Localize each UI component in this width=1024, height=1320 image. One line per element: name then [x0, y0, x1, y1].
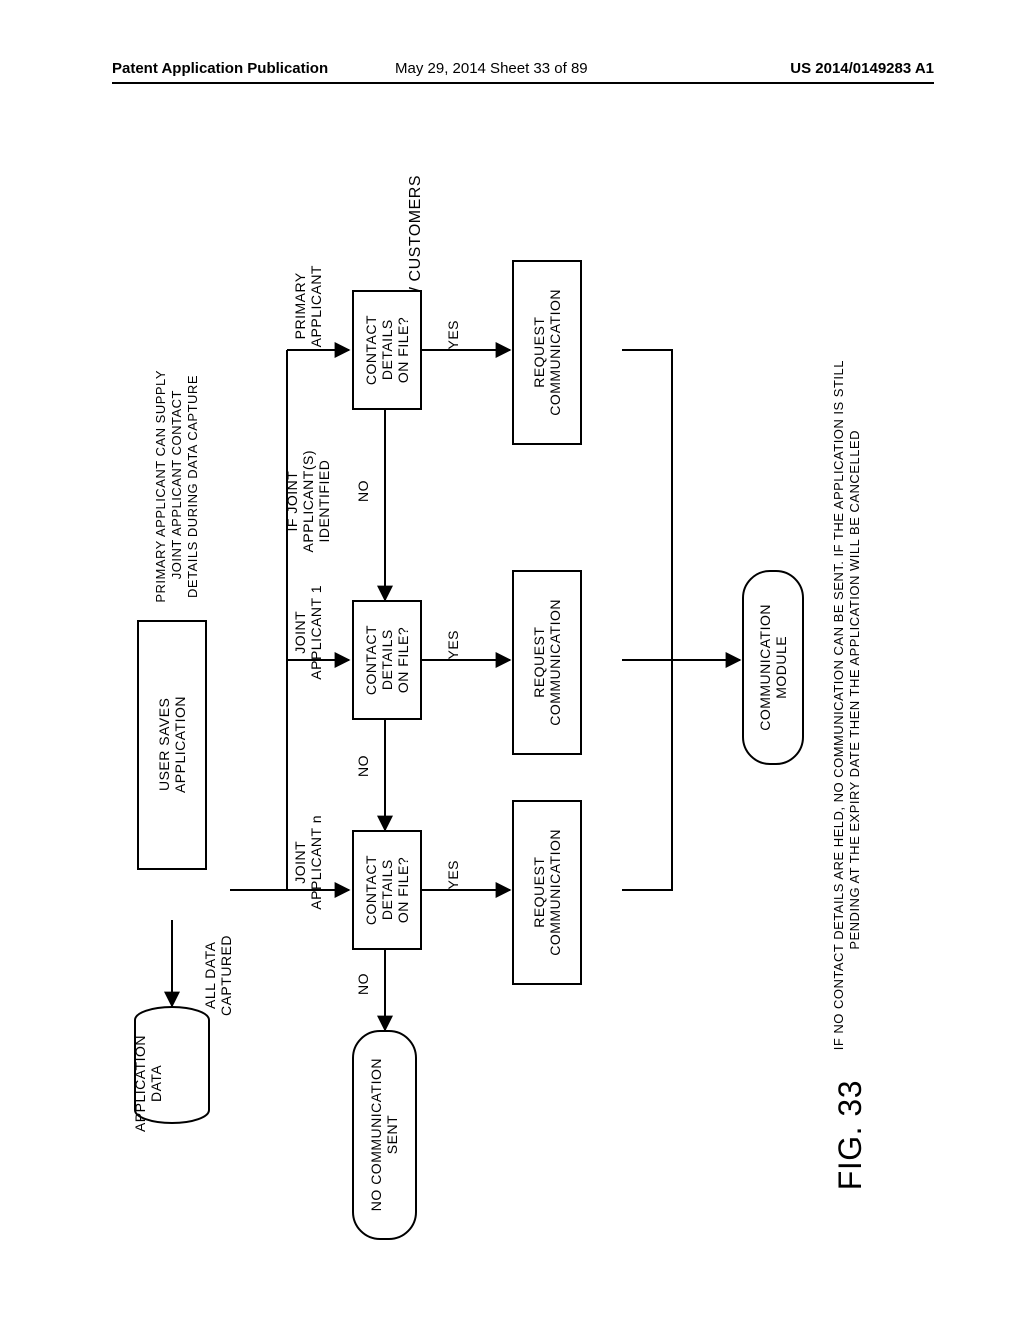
label-if-joint: IF JOINT APPLICANT(S) IDENTIFIED [284, 450, 332, 552]
label-primary-applicant: PRIMARY APPLICANT [292, 265, 324, 347]
box-request-3: REQUEST COMMUNICATION [512, 800, 582, 985]
text-contact-1: CONTACT DETAILS ON FILE? [363, 315, 411, 385]
header-date: May 29, 2014 Sheet 33 of 89 [395, 60, 588, 77]
box-contact-1: CONTACT DETAILS ON FILE? [352, 290, 422, 410]
header-pub: Patent Application Publication [112, 60, 328, 77]
label-joint-applicant-1: JOINT APPLICANT 1 [292, 585, 324, 680]
header-docnum: US 2014/0149283 A1 [790, 60, 934, 77]
label-application-data: APPLICATION DATA [132, 1035, 164, 1132]
label-yes-1: YES [445, 320, 461, 350]
label-no-2: NO [355, 755, 371, 777]
text-no-communication: NO COMMUNICATION SENT [368, 1058, 400, 1211]
box-request-2: REQUEST COMMUNICATION [512, 570, 582, 755]
label-yes-3: YES [445, 860, 461, 890]
label-joint-applicant-n: JOINT APPLICANT n [292, 815, 324, 910]
note-primary-supply-1: PRIMARY APPLICANT CAN SUPPLY [154, 370, 169, 603]
text-request-1: REQUEST COMMUNICATION [531, 289, 563, 416]
figure-number: FIG. 33 [832, 1080, 869, 1190]
text-user-saves: USER SAVES APPLICATION [156, 696, 188, 793]
text-contact-2: CONTACT DETAILS ON FILE? [363, 625, 411, 695]
text-contact-3: CONTACT DETAILS ON FILE? [363, 855, 411, 925]
text-request-2: REQUEST COMMUNICATION [531, 599, 563, 726]
box-contact-3: CONTACT DETAILS ON FILE? [352, 830, 422, 950]
header-rule [112, 82, 934, 84]
box-no-communication: NO COMMUNICATION SENT [352, 1030, 417, 1240]
note-primary-supply-3: DETAILS DURING DATA CAPTURE [186, 375, 201, 598]
note-primary-supply-2: JOINT APPLICANT CONTACT [170, 390, 185, 579]
label-no-1: NO [355, 480, 371, 502]
footer-note-1: IF NO CONTACT DETAILS ARE HELD, NO COMMU… [832, 360, 847, 1050]
box-request-1: REQUEST COMMUNICATION [512, 260, 582, 445]
footer-note-2: PENDING AT THE EXPIRY DATE THEN THE APPL… [848, 430, 863, 950]
box-communication-module: COMMUNICATION MODULE [742, 570, 804, 765]
box-contact-2: CONTACT DETAILS ON FILE? [352, 600, 422, 720]
label-yes-2: YES [445, 630, 461, 660]
box-user-saves: USER SAVES APPLICATION [137, 620, 207, 870]
label-all-data-captured: ALL DATA CAPTURED [202, 935, 234, 1016]
figure-33: NEW CUSTOMERS PRIMARY APPLICANT IF JOINT… [112, 150, 922, 1250]
label-no-3: NO [355, 973, 371, 995]
text-communication-module: COMMUNICATION MODULE [757, 604, 789, 731]
text-request-3: REQUEST COMMUNICATION [531, 829, 563, 956]
